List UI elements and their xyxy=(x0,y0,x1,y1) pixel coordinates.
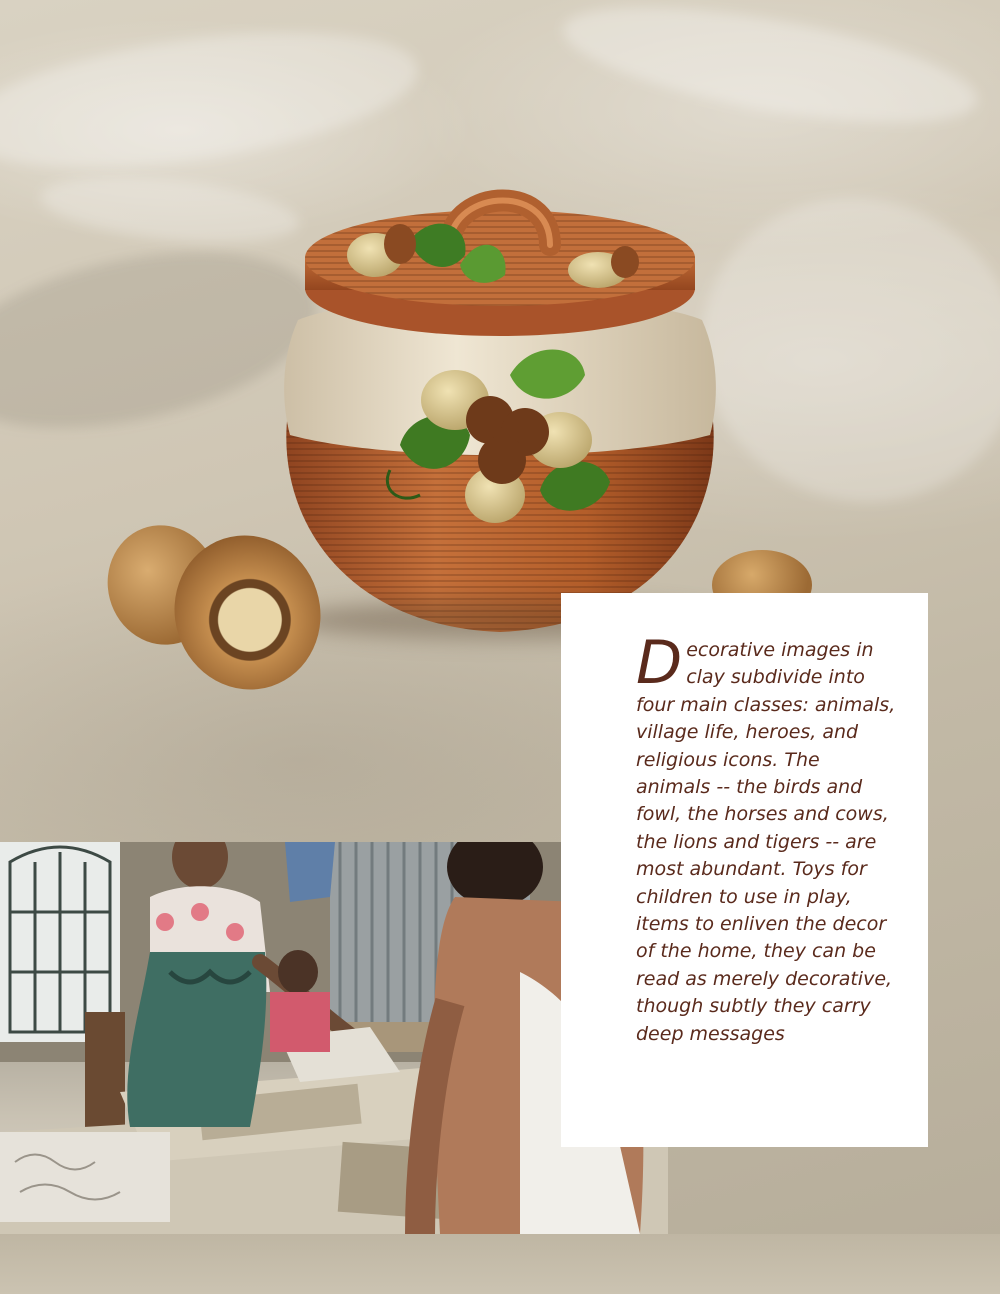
text-card: Decorative images in clay subdivide into… xyxy=(561,593,928,1147)
dropcap-letter: D xyxy=(636,628,683,698)
linen-bottom-strip xyxy=(0,1234,1000,1294)
card-paragraph: Decorative images in clay subdivide into… xyxy=(636,628,896,1048)
card-body-text: ecorative images in clay subdivide into … xyxy=(636,639,896,1045)
linen-fold xyxy=(555,0,985,146)
clay-pot-image xyxy=(250,170,750,650)
linen-fold xyxy=(0,8,427,192)
clay-pot-illustration xyxy=(284,189,716,632)
